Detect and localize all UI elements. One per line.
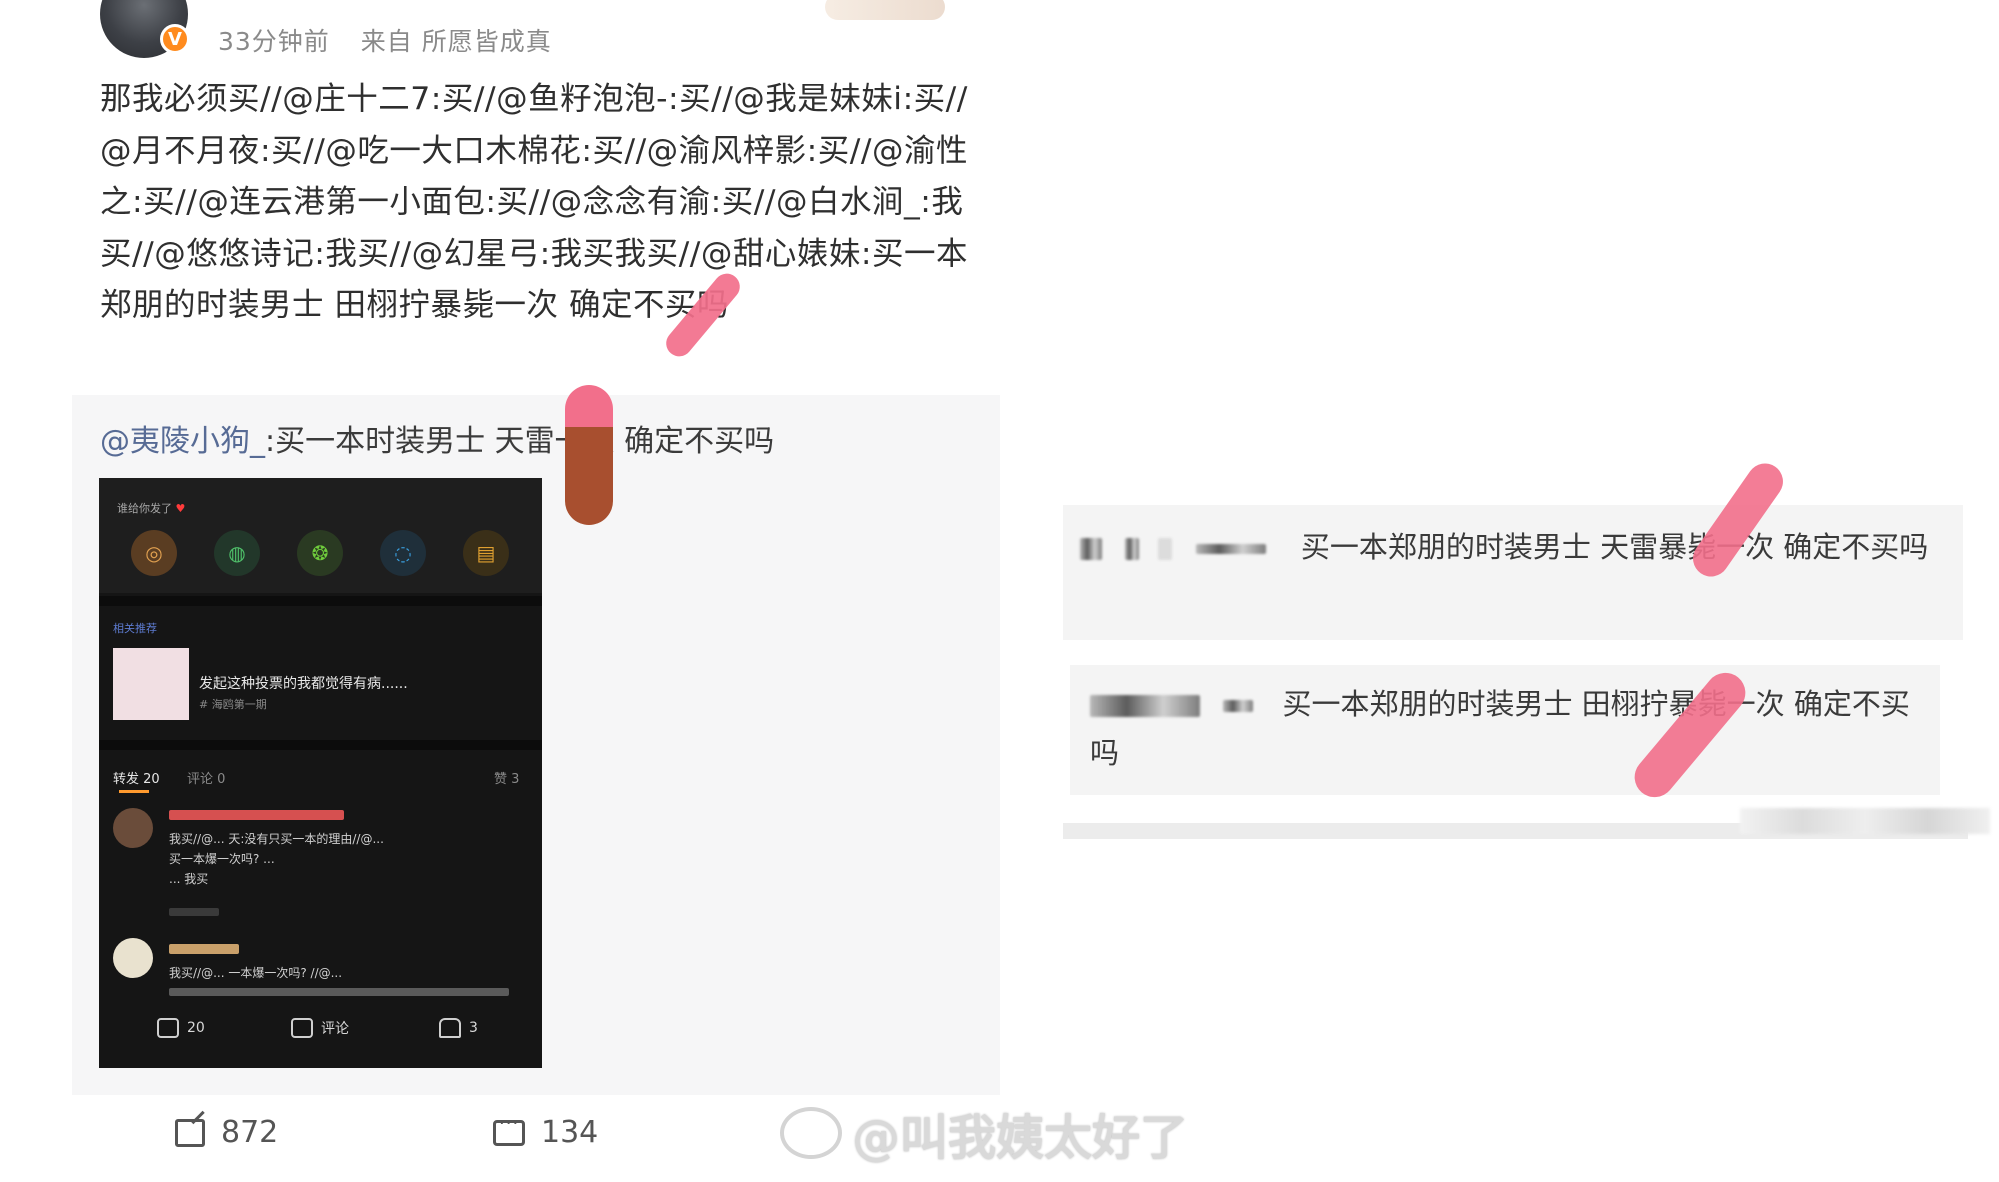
wechat-icon: ◍ [214, 530, 260, 576]
qq-icon: ◌ [380, 530, 426, 576]
username-blurred [1080, 538, 1102, 560]
post-source[interactable]: 来自 所愿皆成真 [361, 27, 552, 56]
username-blurred [1195, 544, 1266, 554]
share-count: 872 [221, 1115, 279, 1150]
decoration-badge [825, 0, 945, 20]
footer-comment-button[interactable]: 评论 [291, 1018, 349, 1038]
censor-mark [565, 385, 613, 525]
related-card-thumbnail[interactable] [113, 648, 189, 720]
comment-count: 134 [541, 1115, 599, 1150]
related-card-title[interactable]: 发起这种投票的我都觉得有病...... [199, 673, 408, 693]
avatar[interactable] [113, 938, 153, 978]
username-blurred [1090, 695, 1200, 717]
related-card-sub: # 海鸥第一期 [199, 698, 267, 711]
like-icon [439, 1018, 461, 1038]
related-label: 相关推荐 [113, 622, 157, 635]
tab-comment[interactable]: 评论 0 [187, 768, 225, 787]
tab-like[interactable]: 赞 3 [494, 768, 519, 787]
share-panel-title: 谁给你发了 ♥ [117, 502, 186, 515]
repost-text-blurred [169, 988, 509, 996]
repost-text: 我买//@... 天:没有只买一本的理由//@... [169, 832, 384, 846]
divider [99, 740, 542, 750]
username-blurred [169, 810, 344, 820]
comment-button[interactable]: 134 [493, 1113, 599, 1150]
screenshot-image[interactable]: 谁给你发了 ♥ ◎ ◍ ❂ ◌ ▤ 相关推荐 发起这种投票的我都觉得有病....… [99, 478, 542, 1068]
repost-text: 我买//@... 一本爆一次吗? //@... [169, 966, 343, 980]
comment-icon [291, 1018, 313, 1038]
share-icon [175, 1118, 205, 1147]
watermark: @叫我姨太好了 [780, 1098, 1188, 1168]
bookmark-icon: ▤ [463, 530, 509, 576]
footer-share-button[interactable]: 20 [157, 1018, 205, 1038]
footer-like-button[interactable]: 3 [439, 1018, 478, 1038]
post-body: 那我必须买//@庄十二7:买//@鱼籽泡泡-:买//@我是妹妹i:买//@月不月… [100, 81, 969, 323]
comment-text: 买一本郑朋的时装男士 田栩拧暴毙一次 确定不买吗 [1090, 687, 1910, 770]
repost-text: ... 我买 [169, 872, 209, 886]
repost-text: 买一本爆一次吗? ... [169, 852, 275, 866]
username-blurred [1223, 700, 1254, 712]
tab-indicator [119, 790, 149, 793]
verified-badge-icon: V [160, 24, 190, 54]
divider [99, 596, 542, 606]
retweet-mention[interactable]: @夷陵小狗_ [100, 424, 265, 459]
retweet-body: :买一本时装男士 天雷一次 确定不买吗 [265, 424, 775, 459]
share-icon [157, 1018, 179, 1038]
moments-icon: ❂ [297, 530, 343, 576]
username-blurred [169, 944, 239, 954]
share-button[interactable]: 872 [175, 1115, 278, 1150]
username-blurred [1125, 538, 1140, 560]
username-blurred [1158, 538, 1173, 560]
post-meta: 33分钟前 来自 所愿皆成真 [218, 22, 574, 58]
comment-icon [493, 1113, 525, 1146]
post-time: 33分钟前 [218, 27, 330, 56]
blurred-text [1740, 808, 1990, 834]
repost-time [169, 908, 219, 916]
tab-forward[interactable]: 转发 20 [113, 768, 160, 787]
comment-text: 买一本郑朋的时装男士 天雷暴毙一次 确定不买吗 [1080, 523, 1950, 572]
weibo-share-icon: ◎ [131, 530, 177, 576]
retweet-text: @夷陵小狗_:买一本时装男士 天雷一次 确定不买吗 [100, 416, 980, 460]
weibo-logo-icon [780, 1107, 842, 1159]
avatar[interactable] [113, 808, 153, 848]
